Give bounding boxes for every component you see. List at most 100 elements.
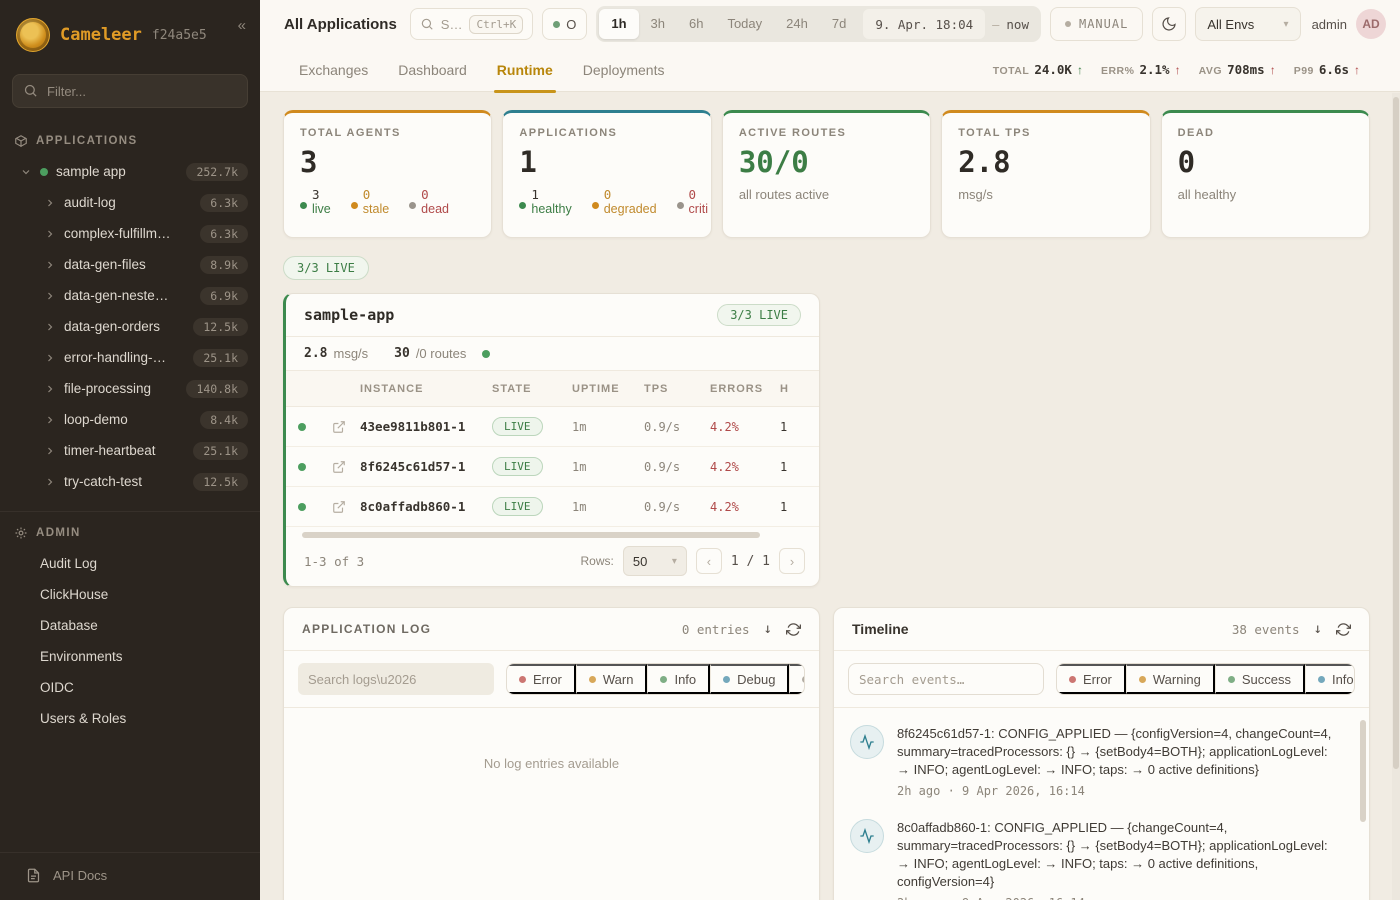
kpi-value: 708ms bbox=[1227, 62, 1265, 77]
errors-cell: 4.2% bbox=[710, 420, 780, 434]
timeline-events-count: 38 events bbox=[1232, 622, 1300, 637]
timeline-event[interactable]: 8f6245c61d57-1: CONFIG_APPLIED — {config… bbox=[848, 714, 1351, 808]
sidebar-route-timer-heartbeat[interactable]: timer-heartbeat 25.1k bbox=[0, 435, 260, 466]
range-24h[interactable]: 24h bbox=[774, 9, 820, 39]
filter-error-button[interactable]: Error bbox=[507, 664, 576, 694]
download-icon[interactable]: ↓ bbox=[764, 621, 772, 637]
chevron-down-icon bbox=[20, 166, 32, 178]
refresh-icon[interactable] bbox=[786, 622, 801, 637]
timeline-title: Timeline bbox=[852, 621, 909, 637]
manual-refresh-button[interactable]: MANUAL bbox=[1050, 7, 1143, 41]
sidebar-route-try-catch-test[interactable]: try-catch-test 12.5k bbox=[0, 466, 260, 497]
route-label: file-processing bbox=[64, 381, 151, 396]
sidebar-route-data-gen-orders[interactable]: data-gen-orders 12.5k bbox=[0, 311, 260, 342]
external-link-icon[interactable] bbox=[318, 420, 360, 434]
tab-dashboard[interactable]: Dashboard bbox=[383, 48, 482, 92]
page-scrollbar-thumb[interactable] bbox=[1393, 97, 1399, 769]
api-docs-link[interactable]: API Docs bbox=[0, 852, 260, 900]
chevron-right-icon bbox=[44, 321, 56, 333]
external-link-icon[interactable] bbox=[318, 500, 360, 514]
chevron-right-icon bbox=[44, 383, 56, 395]
range-7d[interactable]: 7d bbox=[820, 9, 858, 39]
sidebar-route-file-processing[interactable]: file-processing 140.8k bbox=[0, 373, 260, 404]
live-summary-badge: 3/3 LIVE bbox=[283, 256, 369, 280]
page-indicator: 1 / 1 bbox=[731, 554, 770, 569]
date-end-picker[interactable]: now bbox=[1006, 17, 1038, 32]
log-search-input[interactable] bbox=[298, 663, 494, 695]
table-row[interactable]: 8c0affadb860-1 LIVE 1m 0.9/s 4.2% 1 bbox=[286, 487, 819, 527]
table-row[interactable]: 43ee9811b801-1 LIVE 1m 0.9/s 4.2% 1 bbox=[286, 407, 819, 447]
application-log-title: APPLICATION LOG bbox=[302, 622, 431, 636]
filter-warn-button[interactable]: Warn bbox=[576, 664, 648, 694]
applications-section-label: APPLICATIONS bbox=[36, 135, 138, 147]
admin-item-database[interactable]: Database bbox=[0, 610, 260, 641]
event-message: 8c0affadb860-1: CONFIG_APPLIED — {change… bbox=[897, 819, 1343, 891]
tps-cell: 0.9/s bbox=[644, 500, 710, 514]
global-search[interactable]: S… Ctrl+K bbox=[410, 8, 533, 40]
sidebar-route-error-handling[interactable]: error-handling-… 25.1k bbox=[0, 342, 260, 373]
sidebar-route-audit-log[interactable]: audit-log 6.3k bbox=[0, 187, 260, 218]
timeline-search-input[interactable] bbox=[848, 663, 1044, 695]
date-start-picker[interactable]: 9. Apr. 18:04 bbox=[863, 9, 985, 39]
sidebar-filter bbox=[12, 74, 248, 108]
kpi-err-pct: ERR% 2.1% ↑ bbox=[1101, 62, 1181, 77]
sidebar-collapse-icon[interactable]: « bbox=[238, 18, 246, 33]
sidebar: Cameleer f24a5e5 « APPLICATIONS sample a… bbox=[0, 0, 260, 900]
rows-per-page-select[interactable]: 50 ▾ bbox=[623, 546, 687, 576]
app-tree-label: sample app bbox=[56, 164, 126, 179]
online-status-label: O bbox=[566, 17, 576, 32]
admin-item-oidc[interactable]: OIDC bbox=[0, 672, 260, 703]
prev-page-button[interactable]: ‹ bbox=[696, 548, 722, 574]
filter-trace-button[interactable]: Trace bbox=[789, 664, 805, 694]
filter-success-button[interactable]: Success bbox=[1215, 664, 1305, 694]
range-6h[interactable]: 6h bbox=[677, 9, 715, 39]
instance-id: 43ee9811b801-1 bbox=[360, 419, 492, 434]
document-icon bbox=[26, 868, 41, 883]
admin-item-clickhouse[interactable]: ClickHouse bbox=[0, 579, 260, 610]
filter-info-button[interactable]: Info bbox=[647, 664, 710, 694]
tps-cell: 0.9/s bbox=[644, 420, 710, 434]
admin-item-audit-log[interactable]: Audit Log bbox=[0, 548, 260, 579]
filter-info-button[interactable]: Info bbox=[1305, 664, 1355, 694]
admin-item-users-roles[interactable]: Users & Roles bbox=[0, 703, 260, 734]
page-scrollbar[interactable] bbox=[1392, 93, 1400, 900]
range-today[interactable]: Today bbox=[715, 9, 774, 39]
avatar[interactable]: AD bbox=[1356, 9, 1386, 39]
date-range-separator: – bbox=[992, 17, 999, 32]
sidebar-route-complex-fulfillm[interactable]: complex-fulfillm… 6.3k bbox=[0, 218, 260, 249]
download-icon[interactable]: ↓ bbox=[1314, 621, 1322, 637]
next-page-button[interactable]: › bbox=[779, 548, 805, 574]
table-row[interactable]: 8f6245c61d57-1 LIVE 1m 0.9/s 4.2% 1 bbox=[286, 447, 819, 487]
card-value: 30/0 bbox=[739, 145, 914, 179]
route-label: data-gen-orders bbox=[64, 319, 160, 334]
main-area: All Applications S… Ctrl+K O 1h 3h 6h To… bbox=[260, 0, 1400, 900]
range-3h[interactable]: 3h bbox=[639, 9, 677, 39]
timeline-event[interactable]: 8c0affadb860-1: CONFIG_APPLIED — {change… bbox=[848, 808, 1351, 900]
tab-deployments[interactable]: Deployments bbox=[568, 48, 680, 92]
sidebar-route-data-gen-neste[interactable]: data-gen-neste… 6.9k bbox=[0, 280, 260, 311]
chevron-right-icon bbox=[44, 197, 56, 209]
breakdown-num: 0 bbox=[604, 187, 657, 202]
environment-select[interactable]: All Envs ▾ bbox=[1195, 7, 1300, 41]
range-1h[interactable]: 1h bbox=[599, 9, 638, 39]
errors-cell: 4.2% bbox=[710, 460, 780, 474]
tab-exchanges[interactable]: Exchanges bbox=[284, 48, 383, 92]
runtime-content: TOTAL AGENTS 3 3live 0stale 0dead APPLIC… bbox=[260, 92, 1400, 900]
timeline-scrollbar-thumb[interactable] bbox=[1360, 720, 1366, 822]
filter-error-button[interactable]: Error bbox=[1057, 664, 1126, 694]
sidebar-app-sample-app[interactable]: sample app 252.7k bbox=[0, 156, 260, 187]
refresh-icon[interactable] bbox=[1336, 622, 1351, 637]
admin-item-environments[interactable]: Environments bbox=[0, 641, 260, 672]
sidebar-filter-input[interactable] bbox=[12, 74, 248, 108]
filter-warning-button[interactable]: Warning bbox=[1126, 664, 1215, 694]
dark-mode-toggle[interactable] bbox=[1152, 7, 1186, 41]
sidebar-route-loop-demo[interactable]: loop-demo 8.4k bbox=[0, 404, 260, 435]
table-footer: 1-3 of 3 Rows: 50 ▾ ‹ 1 / 1 › bbox=[286, 538, 819, 586]
sidebar-route-data-gen-files[interactable]: data-gen-files 8.9k bbox=[0, 249, 260, 280]
card-value: 1 bbox=[519, 145, 694, 179]
filter-debug-button[interactable]: Debug bbox=[710, 664, 789, 694]
tab-runtime[interactable]: Runtime bbox=[482, 48, 568, 92]
online-status-pill[interactable]: O bbox=[542, 8, 587, 40]
package-icon bbox=[14, 134, 28, 148]
external-link-icon[interactable] bbox=[318, 460, 360, 474]
